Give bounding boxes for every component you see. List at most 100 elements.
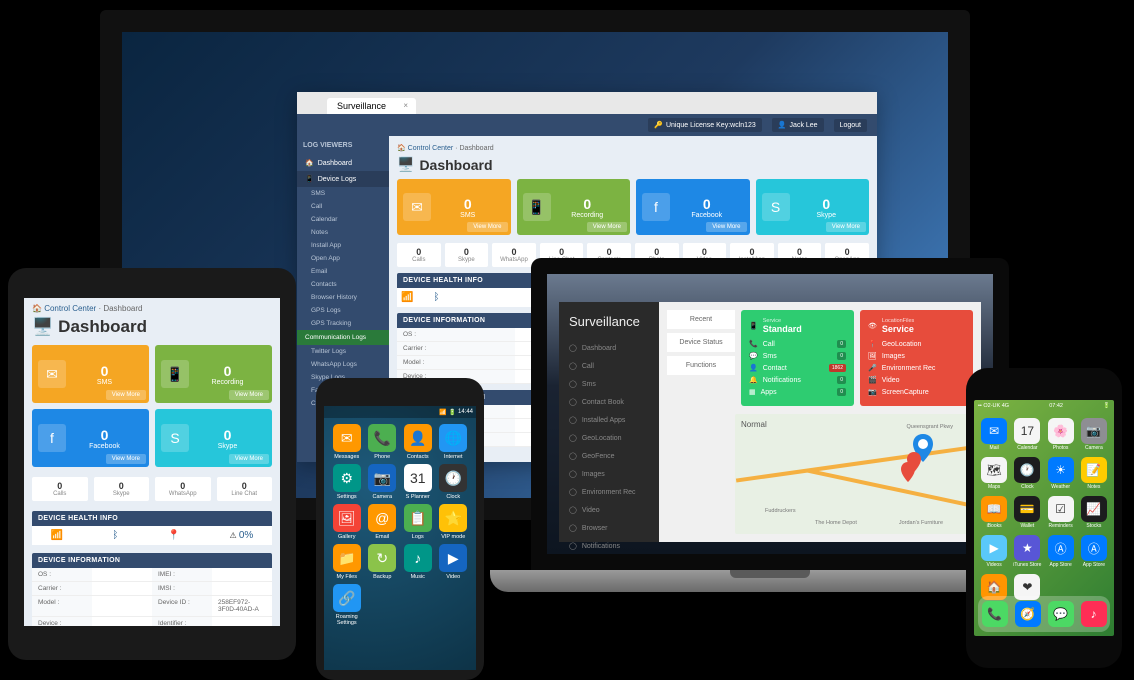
app-notes[interactable]: 📝Notes <box>1079 457 1109 490</box>
app-videos[interactable]: ▶Videos <box>979 535 1009 568</box>
user-menu[interactable]: 👤 Jack Lee <box>772 118 824 132</box>
sidebar-comm-heading[interactable]: Communication Logs <box>297 330 389 345</box>
metric-tile[interactable]: 0Calls <box>32 477 88 501</box>
tab-close-icon[interactable]: × <box>403 101 408 110</box>
sidebar-device-logs[interactable]: 📱 Device Logs <box>297 171 389 187</box>
browser-tab[interactable]: Surveillance × <box>327 98 416 114</box>
app-video[interactable]: ▶Video <box>437 544 471 580</box>
nav-item[interactable]: ◯ Sms <box>559 375 659 393</box>
view-more-button[interactable]: View More <box>706 222 746 232</box>
card-sms[interactable]: ✉0SMSView More <box>397 179 511 235</box>
card-skype[interactable]: S0SkypeView More <box>155 409 272 467</box>
dock-music[interactable]: ♪ <box>1081 601 1107 627</box>
app-mail[interactable]: ✉Mail <box>979 418 1009 451</box>
app-photos[interactable]: 🌸Photos <box>1046 418 1076 451</box>
logout-button[interactable]: Logout <box>834 119 867 132</box>
dock-messages[interactable]: 💬 <box>1048 601 1074 627</box>
app-email[interactable]: @Email <box>366 504 400 540</box>
metric-tile[interactable]: 0Skype <box>94 477 150 501</box>
app-music[interactable]: ♪Music <box>401 544 435 580</box>
panel-row[interactable]: ▦ Apps0 <box>749 386 846 398</box>
app-appstore-2[interactable]: ⒶApp Store <box>1079 535 1109 568</box>
nav-item[interactable]: ◯ Dashboard <box>559 339 659 357</box>
nav-item[interactable]: ◯ GeoLocation <box>559 429 659 447</box>
app-myfiles[interactable]: 📁My Files <box>330 544 364 580</box>
map-view[interactable]: Normal Fuddruckers The Home Depot Queens… <box>735 414 973 534</box>
sidebar-sub[interactable]: GPS Logs <box>297 304 389 317</box>
breadcrumb-home[interactable]: Control Center <box>408 145 454 152</box>
app-phone[interactable]: 📞Phone <box>366 424 400 460</box>
app-calendar[interactable]: 17Calendar <box>1012 418 1042 451</box>
panel-row[interactable]: 👤 Contact1862 <box>749 362 846 374</box>
metric-tile[interactable]: 0Calls <box>397 243 441 267</box>
breadcrumb-home[interactable]: Control Center <box>44 304 96 313</box>
card-sms[interactable]: ✉0SMSView More <box>32 345 149 403</box>
nav-item[interactable]: ◯ Notifications <box>559 537 659 555</box>
app-itunes[interactable]: ★iTunes Store <box>1012 535 1042 568</box>
panel-row[interactable]: 📷 ScreenCapture <box>868 386 965 398</box>
metric-tile[interactable]: 0WhatsApp <box>155 477 211 501</box>
tab-recent[interactable]: Recent <box>667 310 735 329</box>
view-more-button[interactable]: View More <box>229 390 269 400</box>
panel-row[interactable]: 🖼 Images <box>868 350 965 362</box>
sidebar-sub[interactable]: WhatsApp Logs <box>297 358 389 371</box>
app-roaming[interactable]: 🔗Roaming Settings <box>330 584 364 626</box>
app-messages[interactable]: ✉Messages <box>330 424 364 460</box>
view-more-button[interactable]: View More <box>229 454 269 464</box>
view-more-button[interactable]: View More <box>826 222 866 232</box>
nav-item[interactable]: ◯ Browser <box>559 519 659 537</box>
app-camera[interactable]: 📷Camera <box>1079 418 1109 451</box>
app-gallery[interactable]: 🖼Gallery <box>330 504 364 540</box>
sidebar-sub[interactable]: SMS <box>297 187 389 200</box>
panel-row[interactable]: 💬 Sms0 <box>749 350 846 362</box>
tab-device-status[interactable]: Device Status <box>667 333 735 352</box>
app-backup[interactable]: ↻Backup <box>366 544 400 580</box>
sidebar-dashboard[interactable]: 🏠 Dashboard <box>297 155 389 171</box>
panel-row[interactable]: 🔔 Notifications0 <box>749 374 846 386</box>
nav-item[interactable]: ◯ GeoFence <box>559 447 659 465</box>
app-planner[interactable]: 31S Planner <box>401 464 435 500</box>
sidebar-sub[interactable]: Twitter Logs <box>297 345 389 358</box>
sidebar-sub[interactable]: Browser History <box>297 291 389 304</box>
nav-item[interactable]: ◯ Environment Rec <box>559 483 659 501</box>
app-weather[interactable]: ☀Weather <box>1046 457 1076 490</box>
app-contacts[interactable]: 👤Contacts <box>401 424 435 460</box>
view-more-button[interactable]: View More <box>587 222 627 232</box>
nav-item[interactable]: ◯ Installed Apps <box>559 411 659 429</box>
sidebar-sub[interactable]: Calendar <box>297 213 389 226</box>
sidebar-sub[interactable]: GPS Tracking <box>297 317 389 330</box>
app-settings[interactable]: ⚙Settings <box>330 464 364 500</box>
view-more-button[interactable]: View More <box>467 222 507 232</box>
sidebar-sub[interactable]: Email <box>297 265 389 278</box>
app-clock[interactable]: 🕐Clock <box>437 464 471 500</box>
app-stocks[interactable]: 📈Stocks <box>1079 496 1109 529</box>
sidebar-sub[interactable]: Notes <box>297 226 389 239</box>
panel-row[interactable]: 🎬 Video <box>868 374 965 386</box>
card-recording[interactable]: 📱0RecordingView More <box>517 179 631 235</box>
sidebar-sub[interactable]: Open App <box>297 252 389 265</box>
view-more-button[interactable]: View More <box>106 454 146 464</box>
app-vipmode[interactable]: ⭐VIP mode <box>437 504 471 540</box>
app-appstore[interactable]: ⒶApp Store <box>1046 535 1076 568</box>
dock-phone[interactable]: 📞 <box>982 601 1008 627</box>
dock-safari[interactable]: 🧭 <box>1015 601 1041 627</box>
panel-row[interactable]: 📞 Call0 <box>749 338 846 350</box>
tab-functions[interactable]: Functions <box>667 356 735 375</box>
sidebar-sub[interactable]: Call <box>297 200 389 213</box>
sidebar-sub[interactable]: Install App <box>297 239 389 252</box>
sidebar-sub[interactable]: Contacts <box>297 278 389 291</box>
app-clock[interactable]: 🕐Clock <box>1012 457 1042 490</box>
card-facebook[interactable]: f0FacebookView More <box>32 409 149 467</box>
app-maps[interactable]: 🗺Maps <box>979 457 1009 490</box>
nav-item[interactable]: ◯ Video <box>559 501 659 519</box>
nav-item[interactable]: ◯ Images <box>559 465 659 483</box>
metric-tile[interactable]: 0Line Chat <box>217 477 273 501</box>
view-more-button[interactable]: View More <box>106 390 146 400</box>
nav-item[interactable]: ◯ Contact Book <box>559 393 659 411</box>
app-wallet[interactable]: 💳Wallet <box>1012 496 1042 529</box>
nav-item[interactable]: ◯ Call <box>559 357 659 375</box>
panel-row[interactable]: 📍 GeoLocation <box>868 338 965 350</box>
metric-tile[interactable]: 0Skype <box>445 243 489 267</box>
app-logs[interactable]: 📋Logs <box>401 504 435 540</box>
app-reminders[interactable]: ☑Reminders <box>1046 496 1076 529</box>
